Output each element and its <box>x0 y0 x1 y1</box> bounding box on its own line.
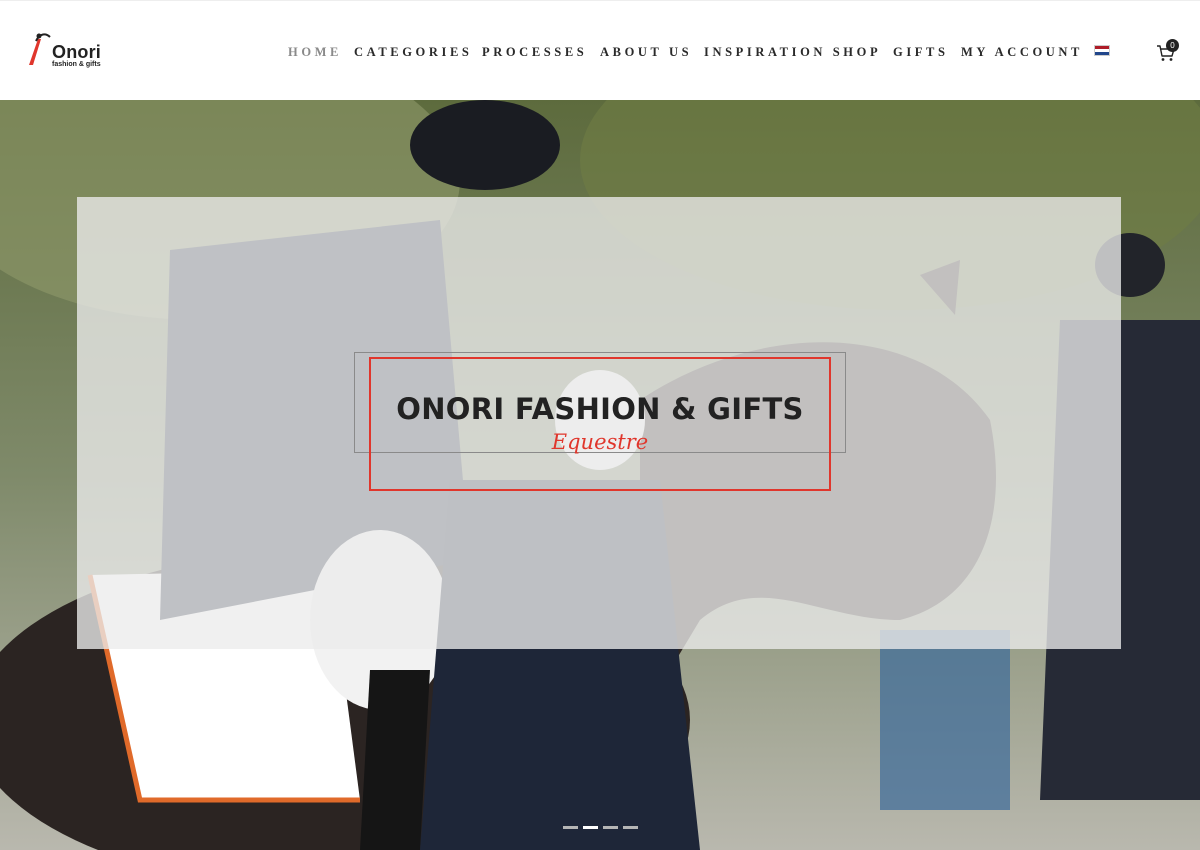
site-logo[interactable]: Onori fashion & gifts <box>26 31 116 71</box>
logo-tagline: fashion & gifts <box>52 61 101 68</box>
nav-my-account[interactable]: MY ACCOUNT <box>961 45 1083 60</box>
nav-home[interactable]: HOME <box>288 45 342 60</box>
slider-dot-2[interactable] <box>583 826 598 829</box>
nav-gifts[interactable]: GIFTS <box>893 45 949 60</box>
hero-subtitle: Equestre <box>551 430 649 454</box>
slider-dot-1[interactable] <box>563 826 578 829</box>
nav-inspiration-shop[interactable]: INSPIRATION SHOP <box>704 45 881 60</box>
slider-dot-4[interactable] <box>623 826 638 829</box>
cart-count-badge: 0 <box>1166 39 1179 52</box>
hero-slider: ONORI FASHION & GIFTS Equestre <box>0 100 1200 850</box>
hero-title: ONORI FASHION & GIFTS <box>396 392 804 426</box>
nav-processes[interactable]: PROCESSES <box>482 45 587 60</box>
logo-wordmark: Onori <box>52 42 101 62</box>
netherlands-flag-icon[interactable] <box>1094 45 1110 56</box>
nav-categories[interactable]: CATEGORIES <box>354 45 472 60</box>
nav-about-us[interactable]: ABOUT US <box>600 45 692 60</box>
horse-rider-logo-icon <box>29 33 51 65</box>
site-header: Onori fashion & gifts HOME CATEGORIES PR… <box>0 0 1200 100</box>
slider-dot-3[interactable] <box>603 826 618 829</box>
